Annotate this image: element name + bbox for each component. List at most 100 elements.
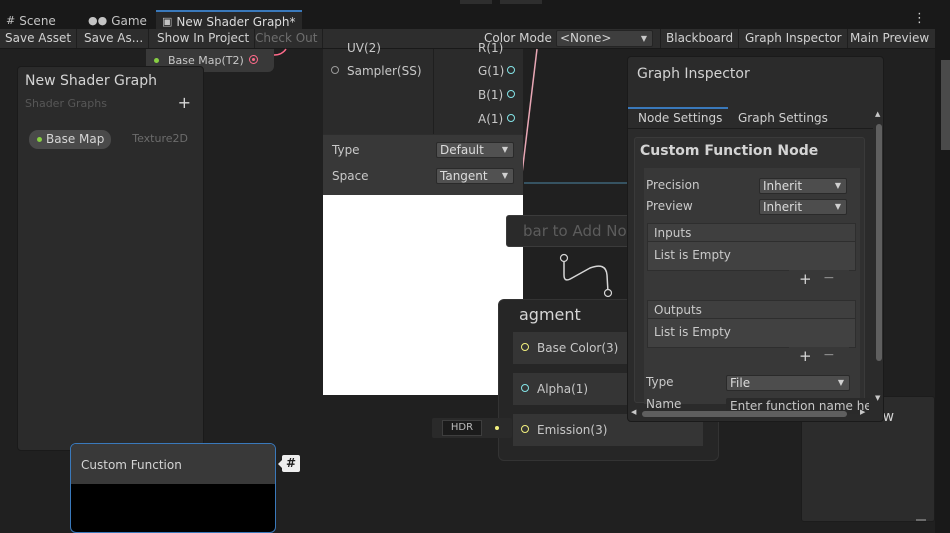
port-label: A(1): [478, 112, 504, 126]
edge-redirect: [563, 258, 609, 293]
custom-function-settings: Custom Function Node Precision Inherit ▼…: [634, 137, 870, 414]
add-node-search-bar[interactable]: bar to Add Node: [506, 215, 636, 247]
horizontal-scrollbar-thumb[interactable]: [642, 411, 847, 417]
output-port-b: B(1): [478, 88, 503, 102]
preview-value: Inherit: [763, 200, 803, 214]
port-divider: [433, 49, 434, 134]
hdr-color-input[interactable]: HDR: [432, 418, 512, 438]
preview-dropdown[interactable]: Inherit ▼: [759, 199, 847, 215]
node-preview-image: [323, 195, 523, 395]
property-pill-base-map[interactable]: Base Map: [29, 130, 111, 149]
property-dot-icon: [154, 58, 159, 63]
remove-output-icon[interactable]: −: [823, 347, 835, 363]
port-label: B(1): [478, 88, 504, 102]
inputs-header: Inputs: [648, 224, 855, 242]
input-port-uv[interactable]: UV(2): [347, 41, 381, 55]
redirect-node[interactable]: [559, 253, 569, 263]
port-label: G(1): [478, 64, 505, 78]
blackboard-title: New Shader Graph: [25, 73, 157, 89]
section-title: Custom Function Node: [640, 143, 819, 159]
g-output-port[interactable]: [507, 66, 515, 74]
input-port-sampler: Sampler(SS): [347, 64, 422, 78]
connector-dot-icon: [495, 426, 499, 430]
outputs-list: Outputs List is Empty: [647, 300, 856, 348]
outputs-header: Outputs: [648, 301, 855, 319]
dropdown-arrow-icon: ▼: [834, 202, 841, 211]
graph-inspector-panel: Graph Inspector Node Settings Graph Sett…: [627, 56, 884, 422]
scroll-up-icon[interactable]: ▲: [875, 110, 880, 118]
property-name: Base Map: [46, 132, 105, 146]
blackboard-panel: New Shader Graph Shader Graphs + Base Ma…: [17, 66, 204, 451]
hdr-label: HDR: [442, 420, 482, 436]
b-output-port[interactable]: [507, 90, 515, 98]
slot-label: Emission(3): [537, 423, 608, 437]
inspector-title: Graph Inspector: [637, 66, 750, 82]
output-port-r: R(1): [478, 41, 503, 55]
port-label: R(1): [478, 41, 504, 55]
scroll-down-icon[interactable]: ▼: [875, 394, 880, 402]
sampler-ports: UV(2) Sampler(SS) R(1) G(1) B(1) A(1): [323, 41, 523, 134]
space-dropdown[interactable]: Tangent ▼: [436, 168, 514, 184]
precision-value: Inherit: [763, 179, 803, 193]
output-port-a: A(1): [478, 112, 503, 126]
slot-label: Alpha(1): [537, 382, 589, 396]
dropdown-arrow-icon: ▼: [501, 171, 508, 180]
outputs-list-buttons: + −: [789, 347, 849, 367]
node-header: Custom Function: [71, 444, 275, 484]
active-tab-indicator: [628, 107, 728, 109]
space-label: Space: [332, 169, 369, 183]
tab-node-settings[interactable]: Node Settings: [638, 111, 722, 125]
port-icon[interactable]: [521, 425, 529, 433]
type-value: Default: [440, 143, 484, 157]
scene-view-edge: [935, 0, 950, 533]
preview-label: Preview: [646, 199, 693, 213]
scrollbar-thumb[interactable]: [876, 124, 882, 361]
output-port-g: G(1): [478, 64, 504, 78]
type-dropdown[interactable]: Default ▼: [436, 142, 514, 158]
function-type-dropdown[interactable]: File ▼: [726, 375, 850, 391]
resize-handle-icon[interactable]: [916, 519, 926, 521]
precision-badge-icon: #: [282, 455, 300, 472]
function-type-value: File: [730, 376, 751, 390]
sample-texture-node[interactable]: UV(2) Sampler(SS) R(1) G(1) B(1) A(1) Ty…: [323, 41, 523, 395]
a-output-port[interactable]: [507, 114, 515, 122]
inputs-list-buttons: + −: [789, 270, 849, 290]
add-output-icon[interactable]: +: [799, 347, 812, 365]
port-icon[interactable]: [521, 384, 529, 392]
sampler-input-port[interactable]: [331, 66, 339, 74]
slot-label: Base Color(3): [537, 341, 619, 355]
fragment-title: agment: [519, 305, 581, 324]
port-label: UV(2): [347, 41, 381, 55]
settings-content: Precision Inherit ▼ Preview Inherit ▼ In…: [644, 168, 870, 414]
port-icon[interactable]: [521, 343, 529, 351]
dropdown-arrow-icon: ▼: [501, 145, 508, 154]
inspector-tabs: Node Settings Graph Settings: [628, 107, 873, 129]
search-placeholder: bar to Add Node: [523, 222, 636, 240]
inputs-empty-text: List is Empty: [648, 242, 855, 270]
tab-graph-settings[interactable]: Graph Settings: [738, 111, 828, 125]
type-label: Type: [646, 375, 674, 389]
scroll-left-icon[interactable]: ◀: [631, 408, 636, 416]
precision-label: Precision: [646, 178, 700, 192]
custom-function-node[interactable]: Custom Function: [70, 443, 276, 533]
redirect-node[interactable]: [603, 288, 613, 298]
property-type: Texture2D: [132, 132, 188, 145]
remove-input-icon[interactable]: −: [823, 270, 835, 286]
texture-output-port[interactable]: [249, 55, 258, 64]
blackboard-subtitle[interactable]: Shader Graphs: [25, 97, 107, 110]
space-value: Tangent: [440, 169, 488, 183]
precision-dropdown[interactable]: Inherit ▼: [759, 178, 847, 194]
edge: [273, 48, 287, 56]
property-dot-icon: [37, 137, 42, 142]
scroll-right-icon[interactable]: ▶: [860, 408, 865, 416]
node-title: Custom Function: [81, 458, 182, 472]
port-label: Sampler(SS): [347, 64, 422, 78]
outputs-empty-text: List is Empty: [648, 319, 855, 347]
inputs-list: Inputs List is Empty: [647, 223, 856, 271]
add-input-icon[interactable]: +: [799, 270, 812, 288]
scene-thumbnail: [941, 60, 950, 150]
dropdown-arrow-icon: ▼: [837, 378, 844, 387]
sampler-controls: Type Default ▼ Space Tangent ▼: [323, 135, 523, 195]
add-property-icon[interactable]: +: [178, 93, 191, 112]
type-label: Type: [332, 143, 360, 157]
